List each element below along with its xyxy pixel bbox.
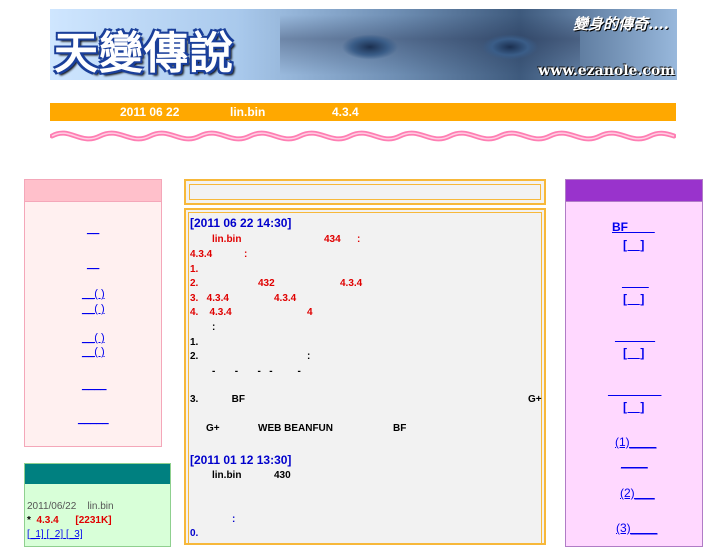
page-link-1[interactable]: [_1] (27, 529, 44, 540)
news-line-tail: : (244, 249, 248, 260)
download-user: lin.bin (87, 501, 114, 512)
news-header-box (184, 179, 546, 205)
news-line-extra: BF (393, 423, 407, 434)
left-menu-header (25, 180, 161, 202)
update-version: 4.3.4 (332, 105, 359, 119)
news-line: : (212, 322, 216, 333)
download-date: 2011/06/22 (27, 501, 77, 512)
news-line: 3. 4.3.4 (190, 293, 229, 304)
right-menu-bracket-4[interactable]: [__] (623, 400, 644, 414)
left-menu-link-2[interactable]: __ (87, 258, 99, 270)
right-menu-bracket-2[interactable]: [__] (623, 292, 644, 306)
news-line-extra: 430 (274, 470, 291, 481)
news-line: 1. (190, 264, 199, 275)
left-menu-link-3[interactable]: __( ) (82, 288, 105, 300)
right-menu-link-2[interactable]: ____ (622, 275, 649, 289)
page-link-3[interactable]: [_3] (66, 529, 83, 540)
news-title-1: [2011 06 22 14:30] (190, 216, 292, 230)
news-body-inner (188, 212, 542, 543)
right-menu-item-1b[interactable]: ____ (621, 455, 648, 469)
download-entry[interactable]: * 4.3.4 [2231K] (27, 515, 112, 526)
update-date: 2011 06 22 (120, 105, 180, 119)
left-menu-link-1[interactable]: __ (87, 223, 99, 235)
download-pager: [_1] [_2] [_3] (27, 529, 83, 540)
update-info-bar: 2011 06 22 lin.bin 4.3.4 (50, 103, 676, 121)
news-line: - - - - - (212, 366, 301, 377)
left-menu-link-5[interactable]: __( ) (82, 332, 105, 344)
news-line-tail: : (357, 234, 361, 245)
right-menu-link-bf[interactable]: BF____ (612, 220, 655, 234)
news-line: 1. (190, 337, 199, 348)
news-line: lin.bin (212, 234, 242, 245)
news-line-tail: : (307, 351, 311, 362)
news-line: : (232, 514, 236, 525)
download-bullet: * (27, 515, 31, 526)
right-menu-bracket-3[interactable]: [__] (623, 346, 644, 360)
right-menu-link-4[interactable]: ________ (608, 383, 661, 397)
left-menu-link-6[interactable]: __( ) (82, 346, 105, 358)
site-banner[interactable]: 天變傳說 變身的傳奇.... www.ezanole.com (50, 9, 677, 80)
news-line-extra: WEB BEANFUN (258, 423, 333, 434)
download-version: 4.3.4 (36, 515, 59, 526)
news-line-extra: 432 (258, 278, 275, 289)
update-author: lin.bin (230, 105, 266, 119)
news-title-2: [2011 01 12 13:30] (190, 453, 292, 467)
news-line-tail: G+ (528, 394, 542, 405)
news-line-extra: 4.3.4 (340, 278, 363, 289)
right-menu-item-2[interactable]: (2)___ (620, 486, 655, 500)
download-size: [2231K] (75, 515, 112, 526)
banner-slogan: 變身的傳奇.... (573, 15, 669, 33)
right-menu-item-3[interactable]: (3)____ (616, 521, 657, 535)
download-panel-header (25, 464, 170, 484)
news-line-extra: 4.3.4 (274, 293, 297, 304)
news-line: 4. 4.3.4 (190, 307, 232, 318)
news-header-inner (189, 184, 541, 200)
left-menu-panel: __ __ __( ) __( ) __( ) __( ) ____ _____ (24, 179, 162, 447)
page-link-2[interactable]: [_2] (46, 529, 63, 540)
news-line: 2. (190, 278, 199, 289)
right-menu-item-1[interactable]: (1)____ (615, 435, 656, 449)
ribbon-divider (50, 130, 676, 142)
news-line: 3. BF (190, 394, 246, 405)
right-menu-link-3[interactable]: ______ (615, 329, 655, 343)
news-line: 4.3.4 (190, 249, 213, 260)
left-menu-link-8[interactable]: _____ (78, 413, 109, 425)
right-menu-bracket-1[interactable]: [__] (623, 238, 644, 252)
news-line: lin.bin (212, 470, 242, 481)
right-menu-panel: BF____ [__] ____ [__] ______ [__] ______… (565, 179, 703, 547)
download-entry-meta: 2011/06/22 lin.bin (27, 501, 114, 512)
left-menu-link-7[interactable]: ____ (82, 379, 106, 391)
news-line-extra: 434 (324, 234, 341, 245)
left-menu-link-4[interactable]: __( ) (82, 303, 105, 315)
news-line-extra: 4 (307, 307, 313, 318)
banner-eyes-image (280, 15, 580, 75)
news-line: 0. (190, 528, 199, 539)
news-line: G+ (206, 423, 220, 434)
news-line: 2. (190, 351, 199, 362)
download-panel: 2011/06/22 lin.bin * 4.3.4 [2231K] [_1] … (24, 463, 171, 547)
news-body: [2011 06 22 14:30] lin.bin 434 : 4.3.4 :… (184, 208, 546, 545)
right-menu-header (566, 180, 702, 202)
banner-url: www.ezanole.com (538, 63, 675, 79)
site-logo: 天變傳說 (54, 28, 234, 79)
